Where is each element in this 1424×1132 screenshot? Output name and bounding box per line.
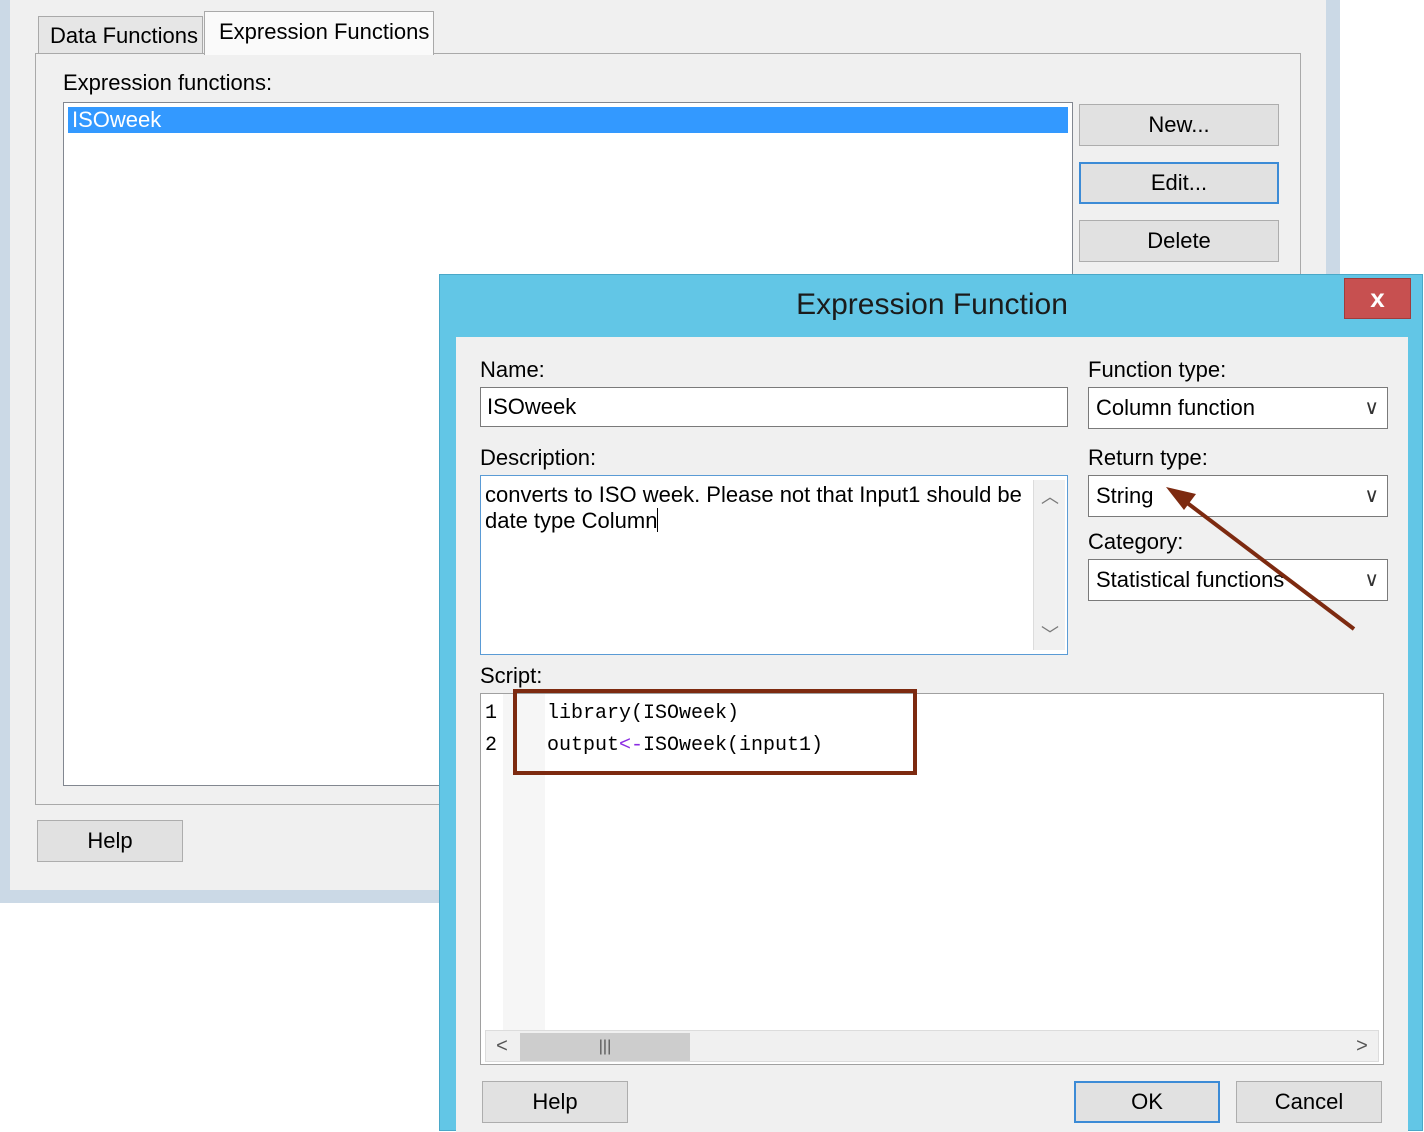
name-input[interactable]: ISOweek [480, 387, 1068, 427]
delete-button[interactable]: Delete [1079, 220, 1279, 262]
text-caret [657, 508, 659, 532]
chevron-down-icon: ∨ [1364, 397, 1379, 419]
new-button[interactable]: New... [1079, 104, 1279, 146]
line-number: 2 [485, 734, 498, 757]
close-icon[interactable]: x [1344, 278, 1411, 319]
description-label: Description: [480, 445, 597, 470]
return-type-label: Return type: [1088, 445, 1208, 470]
function-type-value: Column function [1096, 395, 1255, 420]
tab-data-functions[interactable]: Data Functions [38, 16, 203, 54]
script-label: Script: [480, 663, 543, 688]
line-number: 1 [485, 702, 498, 725]
horizontal-scrollbar[interactable]: < ||| > [485, 1030, 1379, 1062]
description-text: converts to ISO week. Please not that In… [485, 482, 1022, 533]
category-value: Statistical functions [1096, 567, 1285, 592]
vertical-scrollbar[interactable]: ︿ ﹀ [1033, 480, 1065, 650]
function-type-select[interactable]: Column function ∨ [1088, 387, 1388, 429]
name-label: Name: [480, 357, 545, 382]
list-item[interactable]: ISOweek [68, 107, 1068, 133]
description-textarea[interactable]: converts to ISO week. Please not that In… [480, 475, 1068, 655]
help-button[interactable]: Help [37, 820, 183, 862]
dialog-title: Expression Function [796, 288, 1068, 321]
scroll-down-icon[interactable]: ﹀ [1034, 618, 1066, 650]
chevron-down-icon: ∨ [1364, 485, 1379, 507]
cancel-button[interactable]: Cancel [1236, 1081, 1382, 1123]
edit-button[interactable]: Edit... [1079, 162, 1279, 204]
return-type-value: String [1096, 483, 1154, 508]
ok-button[interactable]: OK [1074, 1081, 1220, 1123]
annotation-highlight-box [513, 689, 917, 775]
expression-functions-label: Expression functions: [63, 70, 273, 95]
chevron-down-icon: ∨ [1364, 569, 1379, 591]
scroll-up-icon[interactable]: ︿ [1034, 480, 1066, 512]
category-select[interactable]: Statistical functions ∨ [1088, 559, 1388, 601]
scroll-left-icon[interactable]: < [486, 1031, 518, 1061]
category-label: Category: [1088, 529, 1184, 554]
help-button[interactable]: Help [482, 1081, 628, 1123]
scroll-right-icon[interactable]: > [1346, 1031, 1378, 1061]
tab-expression-functions[interactable]: Expression Functions [204, 11, 434, 55]
function-type-label: Function type: [1088, 357, 1227, 382]
return-type-select[interactable]: String ∨ [1088, 475, 1388, 517]
scroll-thumb[interactable]: ||| [520, 1033, 690, 1061]
